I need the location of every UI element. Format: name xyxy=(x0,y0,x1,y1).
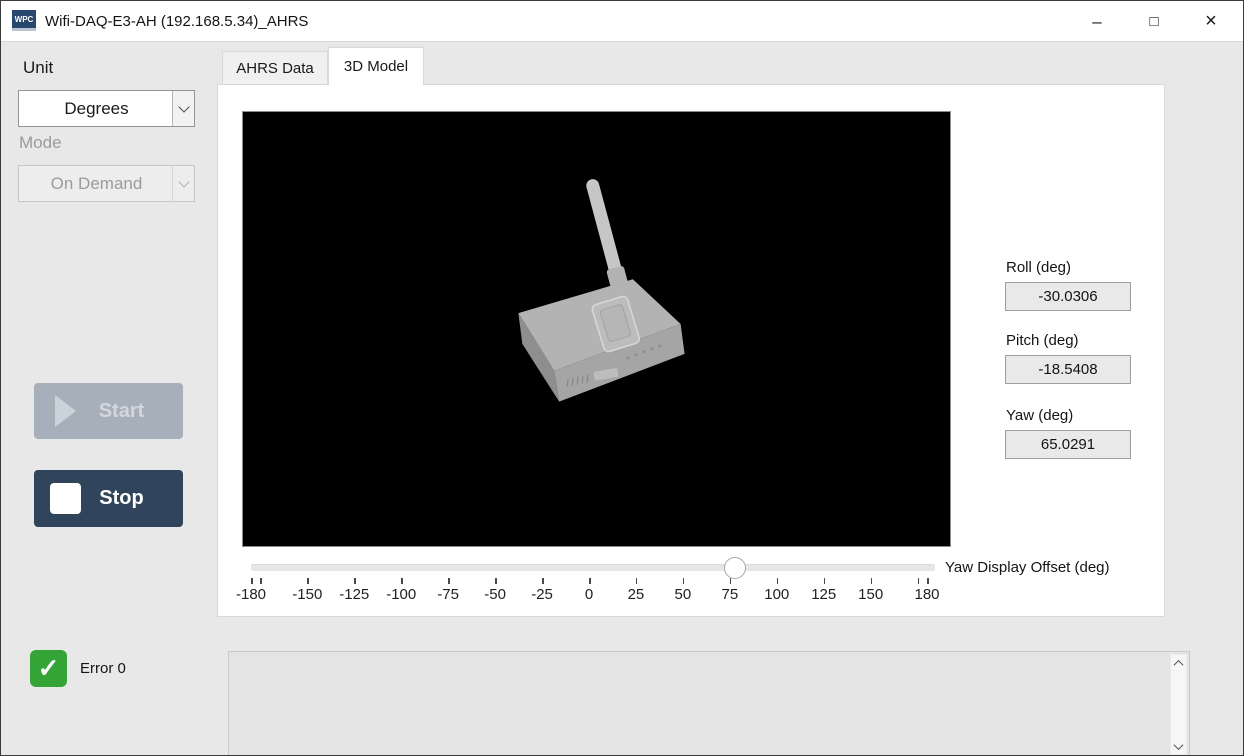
chevron-down-icon xyxy=(178,101,189,112)
stop-button[interactable]: Stop xyxy=(34,470,183,527)
error-status-label: Error 0 xyxy=(80,660,126,677)
slider-tick-labels: -180-150-125-100-75-50-25025507510012515… xyxy=(251,586,927,604)
slider-tick-label: -75 xyxy=(437,586,459,603)
mode-select-arrow xyxy=(172,166,194,201)
3d-model-viewport[interactable] xyxy=(242,111,951,547)
slider-tick-label: 75 xyxy=(721,586,738,603)
slider-tick xyxy=(927,578,929,584)
scroll-up-button[interactable] xyxy=(1171,655,1186,671)
check-icon: ✓ xyxy=(38,653,60,684)
chevron-down-icon xyxy=(178,176,189,187)
chevron-down-icon xyxy=(1174,740,1184,750)
yaw-label: Yaw (deg) xyxy=(1006,407,1073,424)
mode-label: Mode xyxy=(19,133,62,153)
slider-tick-label: -100 xyxy=(386,586,416,603)
app-window: WPC Wifi-DAQ-E3-AH (192.168.5.34)_AHRS –… xyxy=(0,0,1244,756)
unit-select-arrow[interactable] xyxy=(172,91,194,126)
pitch-value: -18.5408 xyxy=(1005,355,1131,384)
window-title: Wifi-DAQ-E3-AH (192.168.5.34)_AHRS xyxy=(45,1,308,42)
slider-tick-label: -180 xyxy=(236,586,266,603)
yaw-offset-label: Yaw Display Offset (deg) xyxy=(945,559,1110,576)
slider-tick-label: -50 xyxy=(484,586,506,603)
roll-value: -30.0306 xyxy=(1005,282,1131,311)
tab-ahrs-data[interactable]: AHRS Data xyxy=(222,51,328,85)
log-scrollbar[interactable] xyxy=(1170,654,1187,755)
play-icon xyxy=(48,394,82,428)
slider-tick-label: -25 xyxy=(531,586,553,603)
slider-tick-label: -150 xyxy=(292,586,322,603)
log-output-box[interactable] xyxy=(228,651,1190,756)
yaw-offset-slider[interactable] xyxy=(251,557,927,579)
mode-select: On Demand xyxy=(18,165,195,202)
error-status-checkbox: ✓ xyxy=(30,650,67,687)
slider-tick-label: 25 xyxy=(628,586,645,603)
title-bar: WPC Wifi-DAQ-E3-AH (192.168.5.34)_AHRS –… xyxy=(1,1,1243,42)
unit-label: Unit xyxy=(23,58,53,78)
slider-tick-label: 125 xyxy=(811,586,836,603)
stop-button-label: Stop xyxy=(82,487,183,510)
pitch-label: Pitch (deg) xyxy=(1006,332,1079,349)
slider-tick-label: 50 xyxy=(675,586,692,603)
minimize-button[interactable]: – xyxy=(1074,1,1120,42)
roll-label: Roll (deg) xyxy=(1006,259,1071,276)
scroll-down-button[interactable] xyxy=(1171,738,1186,754)
mode-select-value: On Demand xyxy=(19,174,194,194)
close-button[interactable]: × xyxy=(1188,1,1234,42)
slider-thumb[interactable] xyxy=(724,557,746,579)
app-icon: WPC xyxy=(12,10,36,31)
start-button[interactable]: Start xyxy=(34,383,183,439)
chevron-up-icon xyxy=(1174,659,1184,669)
tab-3d-model[interactable]: 3D Model xyxy=(328,47,424,85)
unit-select[interactable]: Degrees xyxy=(18,90,195,127)
stop-icon xyxy=(48,483,82,514)
maximize-button[interactable]: □ xyxy=(1131,1,1177,42)
yaw-value: 65.0291 xyxy=(1005,430,1131,459)
slider-tick-label: 180 xyxy=(914,586,939,603)
slider-tick-label: 100 xyxy=(764,586,789,603)
start-button-label: Start xyxy=(82,400,183,423)
slider-tick-label: -125 xyxy=(339,586,369,603)
unit-select-value: Degrees xyxy=(19,99,194,119)
wifi-device-3d-model xyxy=(243,112,950,546)
slider-tick-label: 150 xyxy=(858,586,883,603)
slider-tick-label: 0 xyxy=(585,586,593,603)
